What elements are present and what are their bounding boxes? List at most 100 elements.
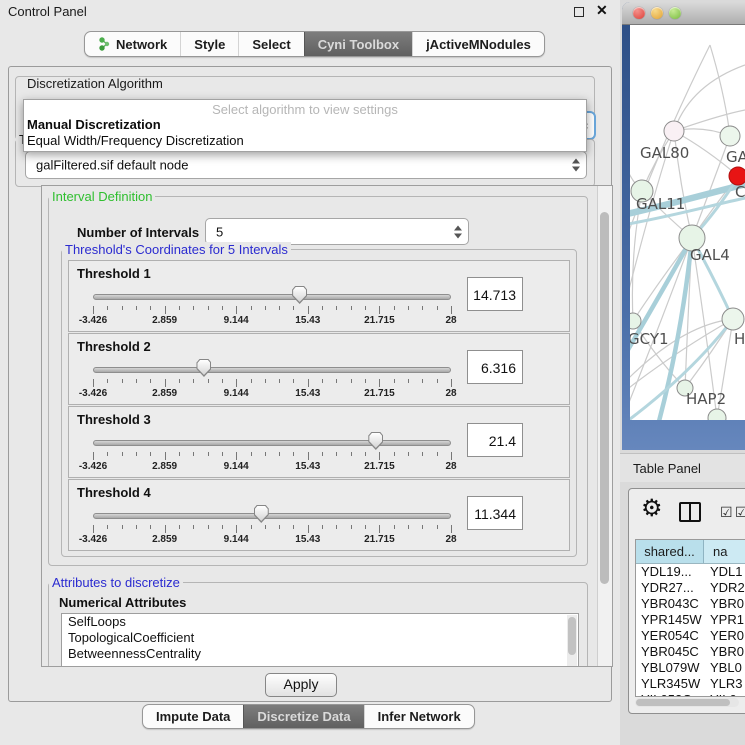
tick-mark bbox=[379, 306, 380, 314]
attribute-item-topologicalcoefficient[interactable]: TopologicalCoefficient bbox=[62, 630, 578, 646]
network-node-gcy1[interactable] bbox=[630, 313, 641, 329]
table-cell-name: YBR0 bbox=[704, 644, 745, 660]
tab-jactivemnodules[interactable]: jActiveMNodules bbox=[412, 32, 544, 56]
network-canvas[interactable]: GAL80GACGAL11GAL4GCY1HHAP2 bbox=[630, 25, 745, 420]
panel-title: Control Panel bbox=[8, 4, 87, 19]
table-row[interactable]: YIL052CYIL0 bbox=[636, 692, 745, 697]
mac-close-icon[interactable] bbox=[633, 7, 645, 19]
tick-mark bbox=[322, 379, 323, 383]
table-data-combobox[interactable]: galFiltered.sif default node bbox=[25, 151, 587, 179]
table-horizontal-scrollbar[interactable] bbox=[635, 698, 739, 707]
tick-mark bbox=[150, 452, 151, 456]
tab-network[interactable]: Network bbox=[85, 32, 180, 56]
tick-mark bbox=[251, 379, 252, 383]
numerical-attributes-list: SelfLoopsTopologicalCoefficientBetweenne… bbox=[61, 613, 579, 667]
slider-tick-labels: -3.4262.8599.14415.4321.71528 bbox=[93, 315, 451, 326]
panel-scrollbar[interactable] bbox=[597, 186, 612, 666]
scrollbar-thumb[interactable] bbox=[636, 699, 730, 706]
table-row[interactable]: YBR045CYBR0 bbox=[636, 644, 745, 660]
tick-label: 2.859 bbox=[152, 315, 177, 326]
tick-mark bbox=[251, 525, 252, 529]
tick-mark bbox=[251, 452, 252, 456]
threshold-1-slider[interactable] bbox=[93, 285, 451, 305]
tick-label: 15.43 bbox=[295, 534, 320, 545]
threshold-3-value-field[interactable]: 21.4 bbox=[467, 423, 523, 457]
tab-style[interactable]: Style bbox=[180, 32, 238, 56]
table-cell-name: YDL1 bbox=[704, 564, 745, 580]
attributes-scrollbar[interactable] bbox=[567, 615, 577, 667]
attribute-item-betweennesscentrality[interactable]: BetweennessCentrality bbox=[62, 646, 578, 662]
tick-mark bbox=[394, 379, 395, 383]
threshold-4-slider-thumb[interactable] bbox=[254, 505, 269, 523]
tick-mark bbox=[193, 452, 194, 456]
network-node-upper-right[interactable] bbox=[720, 126, 740, 146]
mac-zoom-icon[interactable] bbox=[669, 7, 681, 19]
tab-discretize-data[interactable]: Discretize Data bbox=[243, 705, 363, 728]
checkbox-icon[interactable]: ☑ bbox=[720, 504, 733, 521]
column-header-name[interactable]: na bbox=[704, 540, 745, 563]
threshold-1-block: Threshold 1 -3.4262.8599.14415.4321.71528… bbox=[68, 260, 570, 332]
float-window-icon[interactable] bbox=[574, 7, 584, 17]
slider-ticks bbox=[93, 379, 451, 387]
table-row[interactable]: YBL079WYBL0 bbox=[636, 660, 745, 676]
threshold-3-slider-thumb[interactable] bbox=[368, 432, 383, 450]
threshold-1-label: Threshold 1 bbox=[77, 266, 151, 281]
tick-mark bbox=[179, 452, 180, 456]
table-cell-name: YBL0 bbox=[704, 660, 745, 676]
tick-mark bbox=[422, 452, 423, 456]
tick-mark bbox=[336, 306, 337, 310]
mac-minimize-icon[interactable] bbox=[651, 7, 663, 19]
table-row[interactable]: YDR27...YDR2 bbox=[636, 580, 745, 596]
number-of-intervals-combobox[interactable]: 5 bbox=[205, 218, 469, 245]
tick-mark bbox=[279, 525, 280, 529]
attribute-item-selfloops[interactable]: SelfLoops bbox=[62, 614, 578, 630]
table-row[interactable]: YPR145WYPR1 bbox=[636, 612, 745, 628]
tick-mark bbox=[279, 379, 280, 383]
gear-icon[interactable]: ⚙ bbox=[641, 497, 663, 521]
tick-mark bbox=[150, 525, 151, 529]
scrollbar-thumb[interactable] bbox=[568, 617, 576, 655]
tick-label: 2.859 bbox=[152, 388, 177, 399]
scrollbar-thumb[interactable] bbox=[600, 212, 609, 584]
algorithm-option-manual-discretization[interactable]: Manual Discretization bbox=[27, 117, 161, 132]
checkbox-icon[interactable]: ☑ bbox=[735, 504, 745, 521]
table-row[interactable]: YDL19...YDL1 bbox=[636, 564, 745, 580]
columns-icon[interactable] bbox=[679, 502, 701, 522]
tick-label: 21.715 bbox=[364, 315, 395, 326]
tab-impute-data[interactable]: Impute Data bbox=[143, 705, 243, 728]
apply-button[interactable]: Apply bbox=[265, 673, 337, 697]
network-node-bottom-node[interactable] bbox=[708, 409, 726, 420]
threshold-3-slider[interactable] bbox=[93, 431, 451, 451]
slider-tick-labels: -3.4262.8599.14415.4321.71528 bbox=[93, 534, 451, 545]
threshold-4-label: Threshold 4 bbox=[77, 485, 151, 500]
table-row[interactable]: YLR345WYLR3 bbox=[636, 676, 745, 692]
threshold-4-slider[interactable] bbox=[93, 504, 451, 524]
close-icon[interactable]: ✕ bbox=[596, 2, 608, 19]
threshold-1-value-field[interactable]: 14.713 bbox=[467, 277, 523, 311]
tab-infer-network[interactable]: Infer Network bbox=[364, 705, 474, 728]
table-row[interactable]: YBR043CYBR0 bbox=[636, 596, 745, 612]
table-row[interactable]: YER054CYER0 bbox=[636, 628, 745, 644]
network-node-gal80[interactable] bbox=[664, 121, 684, 141]
table-cell-name: YPR1 bbox=[704, 612, 745, 628]
algorithm-option-equal-width-frequency-discretization[interactable]: Equal Width/Frequency Discretization bbox=[27, 133, 244, 148]
threshold-4-value-field[interactable]: 11.344 bbox=[467, 496, 523, 530]
tab-select[interactable]: Select bbox=[238, 32, 303, 56]
tick-mark bbox=[265, 379, 266, 383]
table-cell-shared-name: YPR145W bbox=[636, 612, 704, 628]
threshold-2-slider[interactable] bbox=[93, 358, 451, 378]
control-panel-titlebar: Control Panel ✕ bbox=[0, 0, 620, 24]
tick-mark bbox=[293, 525, 294, 529]
threshold-1-slider-thumb[interactable] bbox=[292, 286, 307, 304]
threshold-2-value-field[interactable]: 6.316 bbox=[467, 350, 523, 384]
tick-mark bbox=[179, 379, 180, 383]
threshold-2-slider-thumb[interactable] bbox=[196, 359, 211, 377]
network-node-h-node[interactable] bbox=[722, 308, 744, 330]
tab-cyni-toolbox[interactable]: Cyni Toolbox bbox=[304, 32, 412, 56]
column-header-shared-name[interactable]: shared... bbox=[636, 540, 704, 563]
threshold-2-block: Threshold 2-3.4262.8599.14415.4321.71528… bbox=[68, 333, 570, 405]
tick-label: -3.426 bbox=[79, 461, 107, 472]
combobox-spinner-icon bbox=[454, 225, 462, 238]
tick-label: 21.715 bbox=[364, 534, 395, 545]
tick-label: 15.43 bbox=[295, 461, 320, 472]
